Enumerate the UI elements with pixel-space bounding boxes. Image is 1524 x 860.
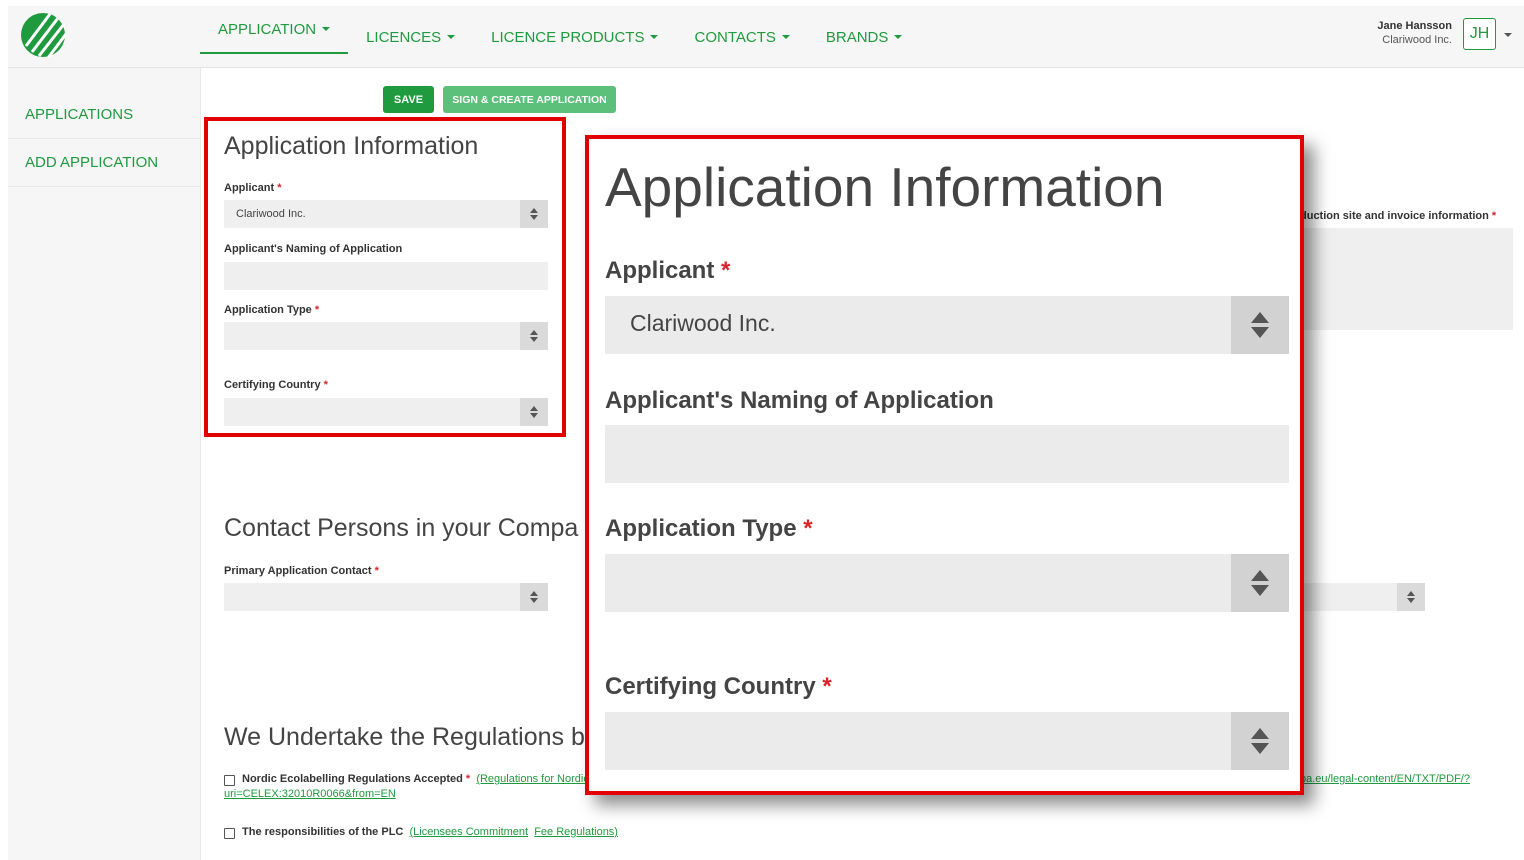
- zoom-country-label: Certifying Country *: [605, 673, 832, 701]
- user-company: Clariwood Inc.: [1382, 34, 1452, 46]
- required-marker: *: [1491, 210, 1497, 222]
- primary-contact-label: Primary Application Contact *: [224, 565, 379, 577]
- nav-licence-products[interactable]: LICENCE PRODUCTS: [473, 6, 676, 68]
- sidebar-item-add-application[interactable]: ADD APPLICATION: [8, 139, 200, 187]
- nav-licences[interactable]: LICENCES: [348, 6, 473, 68]
- main-nav: APPLICATION LICENCES LICENCE PRODUCTS CO…: [200, 6, 920, 68]
- regulations-url-cont: uri=CELEX:32010R0066&from=EN: [224, 788, 396, 800]
- zoomed-callout: Application Information Applicant * Clar…: [585, 135, 1304, 795]
- zoom-applicant-label-text: Applicant: [605, 257, 715, 284]
- zoom-type-select[interactable]: [605, 554, 1289, 612]
- nav-application-label: APPLICATION: [218, 20, 317, 38]
- zoom-naming-label: Applicant's Naming of Application: [605, 387, 994, 414]
- nav-application[interactable]: APPLICATION: [200, 6, 349, 54]
- eur-lex-link[interactable]: pa.eu/legal-content/EN/TXT/PDF/?: [1300, 773, 1470, 785]
- zoom-country-label-text: Certifying Country: [605, 673, 816, 700]
- user-name: Jane Hansson: [1377, 20, 1452, 32]
- sign-create-application-button[interactable]: SIGN & CREATE APPLICATION: [443, 86, 616, 113]
- regulations-link[interactable]: (Regulations for Nordic E: [476, 773, 599, 785]
- fee-regulations-link[interactable]: Fee Regulations): [534, 826, 618, 838]
- zoom-naming-input[interactable]: [605, 425, 1289, 483]
- sort-arrows-icon: [1231, 296, 1289, 354]
- licensees-commitment-link[interactable]: (Licensees Commitment: [409, 826, 528, 838]
- zoom-applicant-value: Clariwood Inc.: [630, 310, 776, 336]
- user-menu-caret-icon[interactable]: [1504, 33, 1512, 37]
- highlight-box: [204, 117, 566, 437]
- nav-contacts[interactable]: CONTACTS: [676, 6, 807, 68]
- avatar[interactable]: JH: [1463, 18, 1496, 50]
- nav-licences-label: LICENCES: [366, 28, 442, 46]
- required-marker: *: [721, 257, 731, 284]
- production-site-textarea[interactable]: [1300, 228, 1513, 330]
- sort-arrows-icon: [1397, 583, 1425, 611]
- required-marker: *: [374, 565, 379, 577]
- caret-down-icon: [447, 35, 456, 39]
- nav-licence-products-label: LICENCE PRODUCTS: [491, 28, 645, 46]
- regulations-text: Nordic Ecolabelling Regulations Accepted…: [242, 773, 599, 785]
- required-marker: *: [803, 515, 813, 542]
- zoom-title: Application Information: [605, 156, 1165, 218]
- primary-contact-select[interactable]: [224, 583, 548, 611]
- plc-text: The responsibilities of the PLC (License…: [242, 826, 618, 838]
- zoom-type-label-text: Application Type: [605, 515, 797, 542]
- user-info: Jane Hansson Clariwood Inc.: [1377, 20, 1452, 46]
- zoom-applicant-label: Applicant *: [605, 257, 730, 285]
- sidebar: APPLICATIONS ADD APPLICATION: [8, 68, 201, 860]
- sort-arrows-icon: [1231, 554, 1289, 612]
- celex-link[interactable]: uri=CELEX:32010R0066&from=EN: [224, 788, 396, 800]
- section-title-regulations: We Undertake the Regulations b: [224, 723, 585, 751]
- nav-contacts-label: CONTACTS: [694, 28, 776, 46]
- plc-text-label: The responsibilities of the PLC: [242, 826, 404, 838]
- nordic-swan-logo-icon[interactable]: [20, 12, 66, 58]
- caret-down-icon: [781, 35, 790, 39]
- zoom-type-label: Application Type *: [605, 515, 813, 543]
- secondary-contact-select[interactable]: [1300, 583, 1425, 611]
- caret-down-icon: [650, 35, 659, 39]
- zoom-country-select[interactable]: [605, 712, 1289, 770]
- required-marker: *: [822, 673, 832, 700]
- regulations-checkbox[interactable]: [224, 775, 235, 786]
- plc-checkbox[interactable]: [224, 828, 235, 839]
- sort-arrows-icon: [520, 583, 548, 611]
- regulations-text-label: Nordic Ecolabelling Regulations Accepted: [242, 773, 463, 785]
- caret-down-icon: [322, 27, 331, 31]
- sidebar-item-applications[interactable]: APPLICATIONS: [8, 91, 200, 139]
- eur-lex-link-wrapper: pa.eu/legal-content/EN/TXT/PDF/?: [1300, 773, 1470, 785]
- primary-contact-label-text: Primary Application Contact: [224, 565, 372, 577]
- save-button[interactable]: SAVE: [383, 86, 434, 113]
- caret-down-icon: [894, 35, 903, 39]
- nav-brands[interactable]: BRANDS: [808, 6, 921, 68]
- zoom-applicant-select[interactable]: Clariwood Inc.: [605, 296, 1289, 354]
- section-title-contacts: Contact Persons in your Compa: [224, 514, 579, 542]
- top-navbar: APPLICATION LICENCES LICENCE PRODUCTS CO…: [8, 6, 1524, 68]
- production-site-label-text: duction site and invoice information: [1300, 210, 1489, 222]
- required-marker: *: [465, 773, 471, 785]
- production-site-label: duction site and invoice information *: [1300, 210, 1496, 222]
- sort-arrows-icon: [1231, 712, 1289, 770]
- nav-brands-label: BRANDS: [825, 28, 889, 46]
